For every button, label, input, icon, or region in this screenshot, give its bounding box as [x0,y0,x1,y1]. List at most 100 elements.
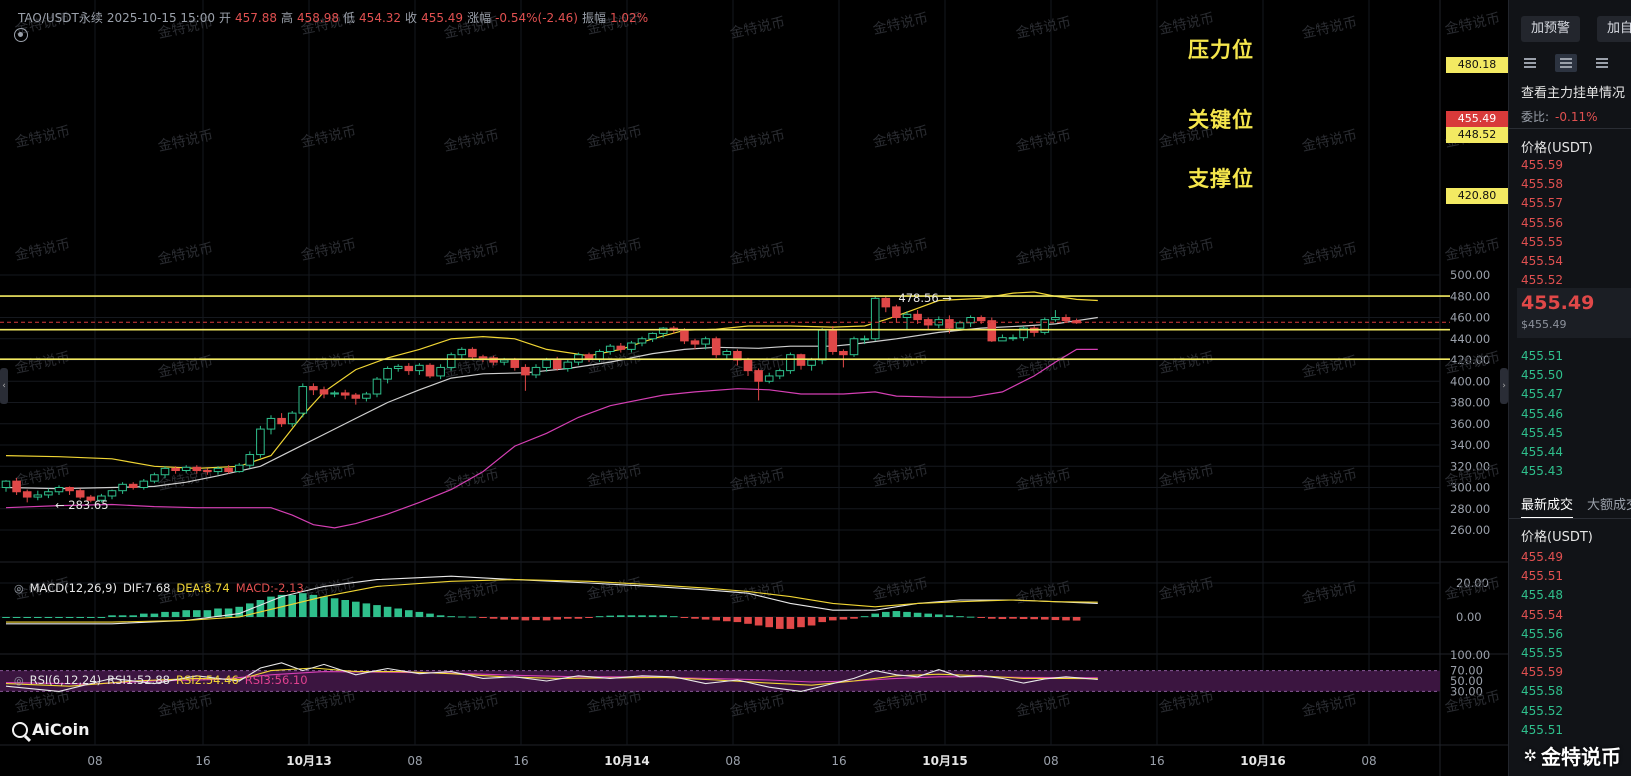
candle-body [54,487,64,493]
macd-histogram-bar [818,617,826,623]
price-axis-label: 340.00 [1450,438,1490,452]
trade-row[interactable]: 455.52 [1521,702,1563,721]
macd-histogram-bar [373,605,381,617]
candle-body [256,428,265,456]
period-low-marker: ← 283.65 [55,498,109,512]
collapse-right-button[interactable]: › [1500,368,1508,404]
candle-body [139,480,149,488]
bid-row[interactable]: 455.50 [1521,366,1563,385]
trade-row[interactable]: 455.49 [1521,548,1563,567]
ask-row[interactable]: 455.57 [1521,194,1563,213]
watermark-text: 金特说币 [14,237,72,264]
ask-row[interactable]: 455.55 [1521,233,1563,252]
macd-histogram-bar [1072,617,1081,621]
rsi-visibility-icon[interactable]: ◎ [14,674,24,687]
macd-histogram-bar [12,617,21,618]
macd-histogram-bar [468,616,477,618]
candle-body [266,417,276,430]
trade-row[interactable]: 455.51 [1521,567,1563,586]
macd-histogram-bar [55,617,63,618]
watermark-text: 金特说币 [443,693,501,720]
trade-row[interactable]: 455.51 [1521,721,1563,740]
watermark-text: 金特说币 [300,237,358,264]
macd-histogram-bar [256,600,265,617]
candle-body [1,480,11,488]
candle-body [478,356,488,359]
candle-body [287,412,297,425]
chart-area[interactable]: 08 16 10月13 08 16 10月14 08 16 10月15 08 16 10月16 08 50… [0,0,1508,776]
watermark-text: 金特说币 [872,11,930,38]
bid-row[interactable]: 455.47 [1521,385,1563,404]
rsi-name[interactable]: RSI(6,12,24) [30,673,102,687]
candle-body [860,338,869,341]
candle-body [351,394,361,399]
watermark-text: 金特说币 [729,467,787,494]
watermark-text: 金特说币 [1301,241,1359,268]
bid-row[interactable]: 455.44 [1521,443,1563,462]
candle-body [160,467,170,476]
macd-histogram-bar [34,617,42,618]
candlestick-chart[interactable]: 08 16 10月13 08 16 10月14 08 16 10月15 08 16 10月16 08 50… [0,0,1508,776]
candle-body [605,345,615,352]
macd-histogram-bar [511,617,519,620]
view-split-icon[interactable] [1555,54,1577,72]
trade-row[interactable]: 455.55 [1521,644,1563,663]
macd-histogram-bar [352,601,360,617]
macd-histogram-bar [860,616,869,618]
macd-name[interactable]: MACD(12,26,9) [30,581,117,595]
key-level-annotation: 关键位 [1188,108,1254,132]
main-orders-link[interactable]: 查看主力挂单情况 [1521,82,1625,101]
time-axis-label: 10月15 [922,754,967,768]
ask-row[interactable]: 455.56 [1521,214,1563,233]
price-axis-label: 440.00 [1450,332,1490,346]
macd-histogram-bar [405,610,413,617]
macd-histogram-bar [966,616,975,618]
view-both-icon[interactable] [1519,54,1541,72]
bid-row[interactable]: 455.51 [1521,347,1563,366]
add-alert-button[interactable]: 加预警 [1521,16,1581,42]
candle-body [722,351,732,356]
trade-row[interactable]: 455.54 [1521,606,1563,625]
ask-row[interactable]: 455.58 [1521,175,1563,194]
tab-latest-trades[interactable]: 最新成交 [1521,494,1574,519]
macd-histogram-bar [680,617,689,618]
candle-body [118,483,127,492]
macd-dif: DIF:7.68 [122,581,171,595]
candle-body [362,393,371,399]
watermark-text: 金特说币 [872,576,930,603]
ohlc-info-bar: TAO/USDT永续 2025-10-15 15:00 开 457.88 高 4… [18,9,648,26]
candle-body [1061,317,1071,322]
macd-histogram-bar [97,617,106,618]
view-bids-icon[interactable] [1591,54,1613,72]
trade-row[interactable]: 455.48 [1521,586,1563,605]
ask-row[interactable]: 455.59 [1521,156,1563,175]
bid-row[interactable]: 455.46 [1521,405,1563,424]
tab-large-trades[interactable]: 大额成交 [1587,494,1631,519]
time-axis-label: 08 [1043,754,1058,768]
candle-body [627,342,636,350]
macd-histogram-bar [23,617,31,618]
candle-body [563,361,573,369]
view-asks-icon[interactable] [1627,54,1631,72]
macd-histogram-bar [670,616,678,618]
settings-gear-icon[interactable] [14,28,28,42]
collapse-left-button[interactable]: ‹ [0,368,8,404]
trade-row[interactable]: 455.59 [1521,663,1563,682]
candle-body [415,364,424,372]
add-watchlist-button[interactable]: 加自选 [1597,16,1631,42]
bid-row[interactable]: 455.45 [1521,424,1563,443]
macd-visibility-icon[interactable]: ◎ [14,582,24,595]
macd-histogram-bar [182,610,190,617]
watermark-text: 金特说币 [586,689,644,716]
watermark-text: 金特说币 [1301,693,1359,720]
bid-row[interactable]: 455.43 [1521,462,1563,481]
symbol-label[interactable]: TAO/USDT永续 [18,9,103,26]
macd-histogram-bar [235,606,243,617]
macd-histogram-bar [595,616,604,618]
trade-row[interactable]: 455.56 [1521,625,1563,644]
ask-row[interactable]: 455.54 [1521,252,1563,271]
time-axis-label: 10月14 [604,754,649,768]
trade-row[interactable]: 455.58 [1521,682,1563,701]
watermark-text: 金特说币 [586,576,644,603]
candle-body [213,467,223,473]
